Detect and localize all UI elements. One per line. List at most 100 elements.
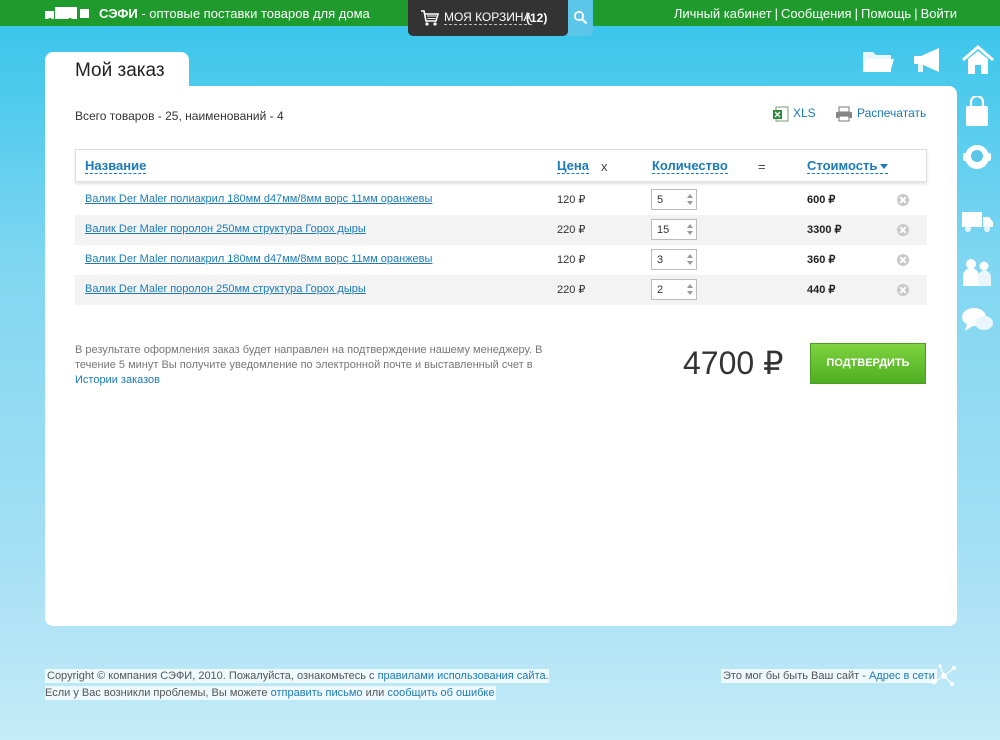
table-row: Валик Der Maler полиакрил 180мм d47мм/8м…	[75, 245, 927, 275]
printer-icon	[836, 106, 852, 122]
header-name[interactable]: Название	[85, 159, 147, 174]
quantity-stepper[interactable]: 3	[651, 249, 697, 270]
xls-export[interactable]: XLS	[773, 106, 816, 122]
increment-icon[interactable]	[687, 224, 693, 228]
remove-icon[interactable]	[897, 194, 909, 206]
search-icon	[573, 10, 588, 25]
confirm-button[interactable]: ПОДТВЕРДИТЬ	[810, 343, 926, 384]
decrement-icon[interactable]	[687, 261, 693, 265]
quantity-value: 2	[657, 284, 664, 296]
order-summary: Всего товаров - 25, наименований - 4	[75, 109, 284, 123]
remove-icon[interactable]	[897, 224, 909, 236]
site-text: Это мог бы быть Ваш сайт -	[723, 670, 869, 682]
print-action[interactable]: Распечатать	[835, 106, 926, 122]
chat-icon[interactable]	[960, 304, 994, 336]
copyright: Copyright © компания СЭФИ, 2010. Пожалуй…	[45, 668, 575, 702]
spin-buttons[interactable]	[684, 250, 696, 269]
bag-icon[interactable]	[960, 96, 994, 128]
cart-label: МОЯ КОРЗИНА	[444, 10, 532, 25]
increment-icon[interactable]	[687, 254, 693, 258]
page-title: Мой заказ	[75, 60, 165, 81]
price: 120 ₽	[557, 194, 586, 206]
header-cost[interactable]: Стоимость	[807, 158, 889, 174]
table-row: Валик Der Maler поролон 250мм структура …	[75, 215, 927, 245]
link-help[interactable]: Помощь	[861, 6, 911, 21]
header-qty[interactable]: Количество	[652, 159, 728, 174]
or-text: или	[362, 687, 388, 699]
truck-logo-icon[interactable]	[45, 6, 91, 21]
quantity-stepper[interactable]: 5	[651, 189, 697, 210]
decrement-icon[interactable]	[687, 231, 693, 235]
price: 220 ₽	[557, 284, 586, 296]
link-login[interactable]: Войти	[921, 6, 957, 21]
cart-count: (12)	[526, 11, 548, 25]
spin-buttons[interactable]	[684, 220, 696, 239]
remove-icon[interactable]	[897, 254, 909, 266]
order-panel: Всего товаров - 25, наименований - 4 XLS…	[45, 86, 957, 626]
table-row: Валик Der Maler полиакрил 180мм d47мм/8м…	[75, 185, 927, 215]
cost: 440 ₽	[807, 284, 836, 296]
increment-icon[interactable]	[687, 194, 693, 198]
order-history-link[interactable]: Истории заказов	[75, 374, 160, 386]
cost: 600 ₽	[807, 194, 836, 206]
cost: 360 ₽	[807, 254, 836, 266]
quantity-value: 3	[657, 254, 664, 266]
order-total: 4700 ₽	[683, 345, 784, 381]
product-link[interactable]: Валик Der Maler поролон 250мм структура …	[85, 283, 366, 295]
site-credit: Это мог бы быть Ваш сайт - Адрес в сети	[721, 668, 937, 685]
quantity-stepper[interactable]: 2	[651, 279, 697, 300]
search-button[interactable]	[568, 0, 593, 36]
header-cost-label: Стоимость	[807, 158, 878, 173]
decrement-icon[interactable]	[687, 201, 693, 205]
price: 120 ₽	[557, 254, 586, 266]
header-price[interactable]: Цена	[557, 159, 589, 174]
brand-name: СЭФИ	[99, 6, 138, 21]
site-link[interactable]: Адрес в сети	[869, 670, 935, 682]
price: 220 ₽	[557, 224, 586, 236]
copyright-text: Copyright © компания СЭФИ, 2010. Пожалуй…	[45, 669, 549, 700]
decrement-icon[interactable]	[687, 291, 693, 295]
send-mail-link[interactable]: отправить письмо	[271, 687, 363, 699]
report-error-link[interactable]: сообщить об ошибке	[387, 687, 494, 699]
link-account[interactable]: Личный кабинет	[674, 6, 772, 21]
brand-tagline: - оптовые поставки товаров для дома	[137, 6, 370, 21]
quantity-stepper[interactable]: 15	[651, 219, 697, 240]
quantity-value: 15	[657, 224, 670, 236]
quantity-value: 5	[657, 194, 664, 206]
spin-buttons[interactable]	[684, 280, 696, 299]
people-icon[interactable]	[960, 256, 994, 288]
xls-icon	[773, 106, 789, 122]
product-link[interactable]: Валик Der Maler полиакрил 180мм d47мм/8м…	[85, 193, 432, 205]
xls-link[interactable]: XLS	[793, 106, 816, 120]
home-icon[interactable]	[961, 44, 995, 76]
print-link[interactable]: Распечатать	[857, 106, 926, 120]
table-row: Валик Der Maler поролон 250мм структура …	[75, 275, 927, 305]
link-messages[interactable]: Сообщения	[781, 6, 852, 21]
top-links: Личный кабинет | Сообщения | Помощь | Войти	[674, 6, 957, 21]
table-header: Название Цена x Количество = Стоимость	[75, 149, 927, 182]
product-link[interactable]: Валик Der Maler поролон 250мм структура …	[85, 223, 366, 235]
product-link[interactable]: Валик Der Maler полиакрил 180мм d47мм/8м…	[85, 253, 432, 265]
copyright-pre: Copyright © компания СЭФИ, 2010. Пожалуй…	[47, 670, 378, 682]
cart-button[interactable]: МОЯ КОРЗИНА (12)	[408, 0, 568, 36]
header-equals: =	[758, 159, 766, 174]
folder-icon[interactable]	[861, 44, 895, 76]
remove-icon[interactable]	[897, 284, 909, 296]
increment-icon[interactable]	[687, 284, 693, 288]
megaphone-icon[interactable]	[911, 44, 945, 76]
note-text: В результате оформления заказ будет напр…	[75, 344, 543, 371]
order-note: В результате оформления заказ будет напр…	[75, 343, 565, 388]
site-credit-text: Это мог бы быть Ваш сайт - Адрес в сети	[721, 669, 937, 683]
separator: |	[854, 6, 858, 21]
cost: 3300 ₽	[807, 224, 842, 236]
spin-buttons[interactable]	[684, 190, 696, 209]
header-times: x	[601, 159, 608, 174]
support-icon[interactable]	[960, 142, 994, 174]
cart-icon	[421, 10, 440, 26]
brand[interactable]: СЭФИ - оптовые поставки товаров для дома	[99, 6, 370, 21]
separator: |	[774, 6, 779, 21]
delivery-truck-icon[interactable]	[960, 204, 994, 236]
rules-link[interactable]: правилами использования сайта	[378, 670, 546, 682]
separator: |	[914, 6, 918, 21]
sort-desc-icon	[880, 164, 889, 170]
